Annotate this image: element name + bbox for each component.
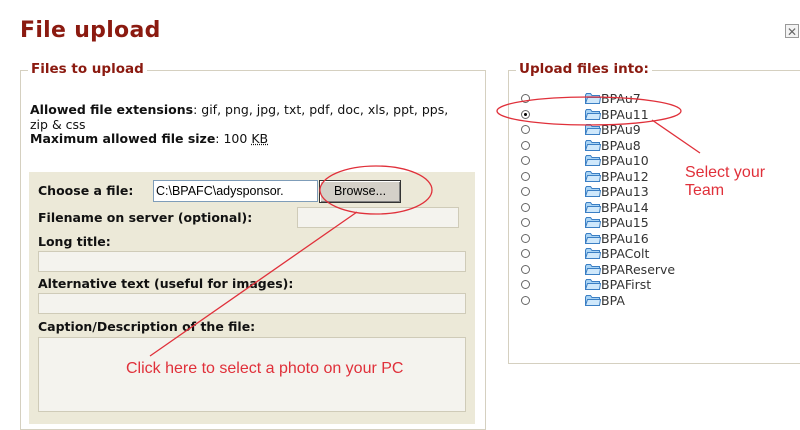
browse-annotation-line xyxy=(149,211,358,357)
browse-highlight-ellipse xyxy=(319,165,433,215)
team-annotation-line1: Select your xyxy=(685,164,766,181)
browse-annotation: Click here to select a photo on your PC xyxy=(126,360,404,377)
team-annotation-line xyxy=(651,119,701,154)
team-annotation: Select your Team xyxy=(685,164,765,200)
team-annotation-line2: Team xyxy=(685,182,725,199)
annotation-overlay xyxy=(149,96,701,357)
